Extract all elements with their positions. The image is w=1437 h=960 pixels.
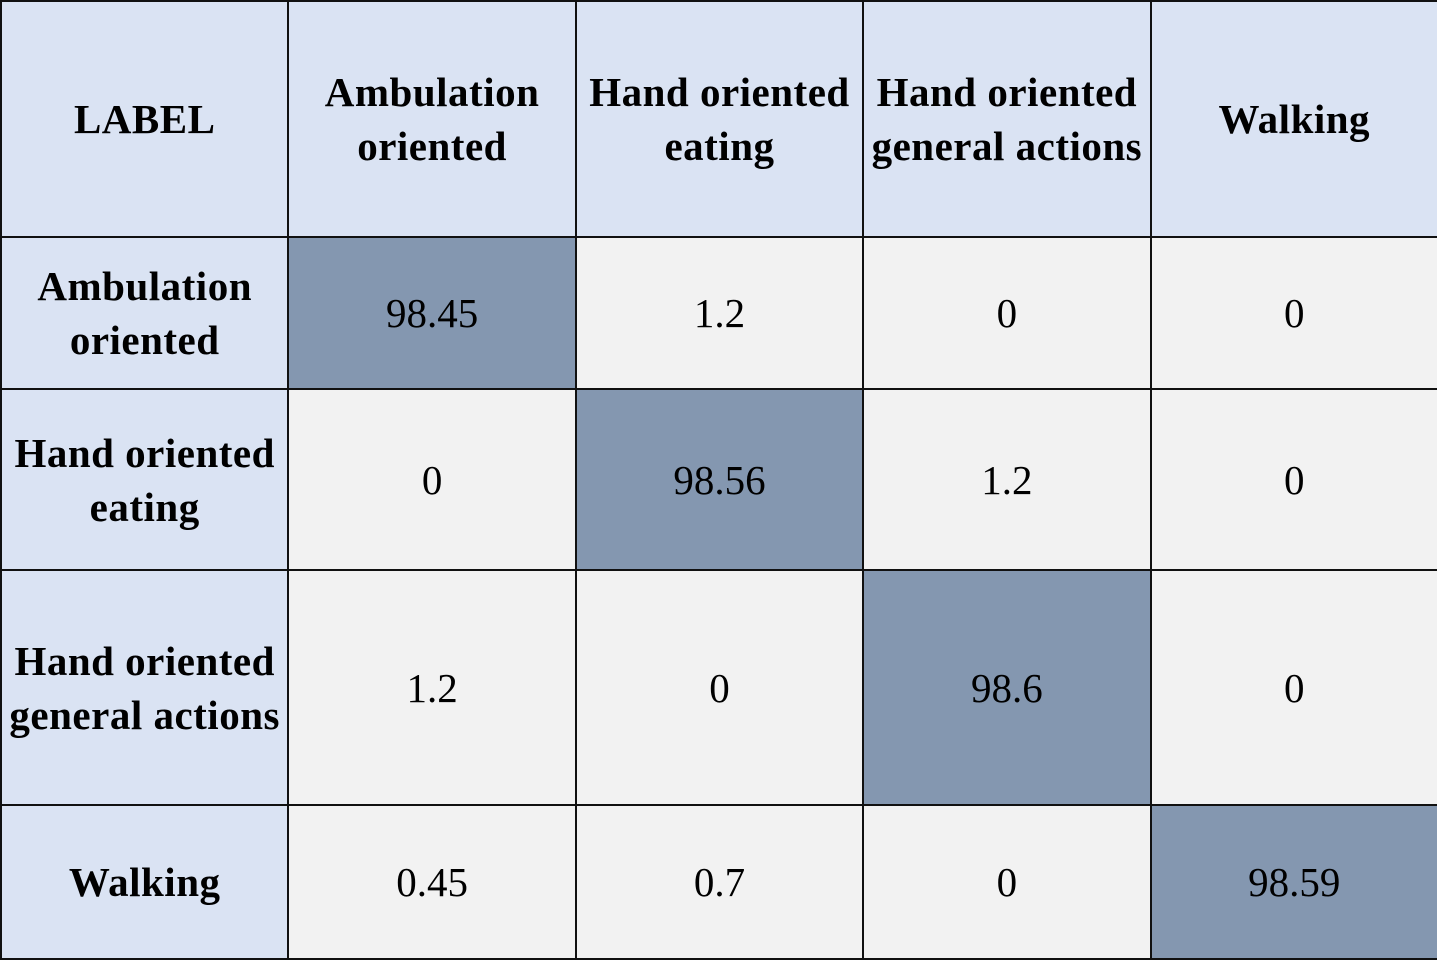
matrix-cell: 0 <box>862 804 1152 960</box>
table-row: Hand oriented eating 0 98.56 1.2 0 <box>0 388 1437 571</box>
matrix-cell: 1.2 <box>287 569 577 806</box>
matrix-cell-diagonal: 98.6 <box>862 569 1152 806</box>
matrix-cell-diagonal: 98.56 <box>574 388 865 571</box>
column-header: Walking <box>1149 0 1437 238</box>
table-row: Hand oriented general actions 1.2 0 98.6… <box>0 569 1437 806</box>
matrix-cell: 0 <box>1149 388 1437 571</box>
column-header: Hand oriented general actions <box>862 0 1152 238</box>
column-header: Ambulation oriented <box>287 0 577 238</box>
matrix-cell: 0 <box>862 236 1152 390</box>
matrix-cell: 0 <box>1149 236 1437 390</box>
matrix-cell: 0.45 <box>287 804 577 960</box>
header-row: LABEL Ambulation oriented Hand oriented … <box>0 0 1437 238</box>
confusion-matrix-table: LABEL Ambulation oriented Hand oriented … <box>0 0 1437 960</box>
row-header: Walking <box>0 804 290 960</box>
matrix-cell: 1.2 <box>862 388 1152 571</box>
row-header: Hand oriented eating <box>0 388 290 571</box>
matrix-cell: 0.7 <box>574 804 865 960</box>
column-header: Hand oriented eating <box>574 0 865 238</box>
row-header: Hand oriented general actions <box>0 569 290 806</box>
matrix-cell: 0 <box>1149 569 1437 806</box>
matrix-cell-diagonal: 98.59 <box>1149 804 1437 960</box>
corner-label: LABEL <box>0 0 290 238</box>
table-row: Ambulation oriented 98.45 1.2 0 0 <box>0 236 1437 390</box>
table-row: Walking 0.45 0.7 0 98.59 <box>0 804 1437 960</box>
matrix-cell: 0 <box>574 569 865 806</box>
matrix-cell: 1.2 <box>574 236 865 390</box>
row-header: Ambulation oriented <box>0 236 290 390</box>
matrix-cell: 0 <box>287 388 577 571</box>
matrix-cell-diagonal: 98.45 <box>287 236 577 390</box>
